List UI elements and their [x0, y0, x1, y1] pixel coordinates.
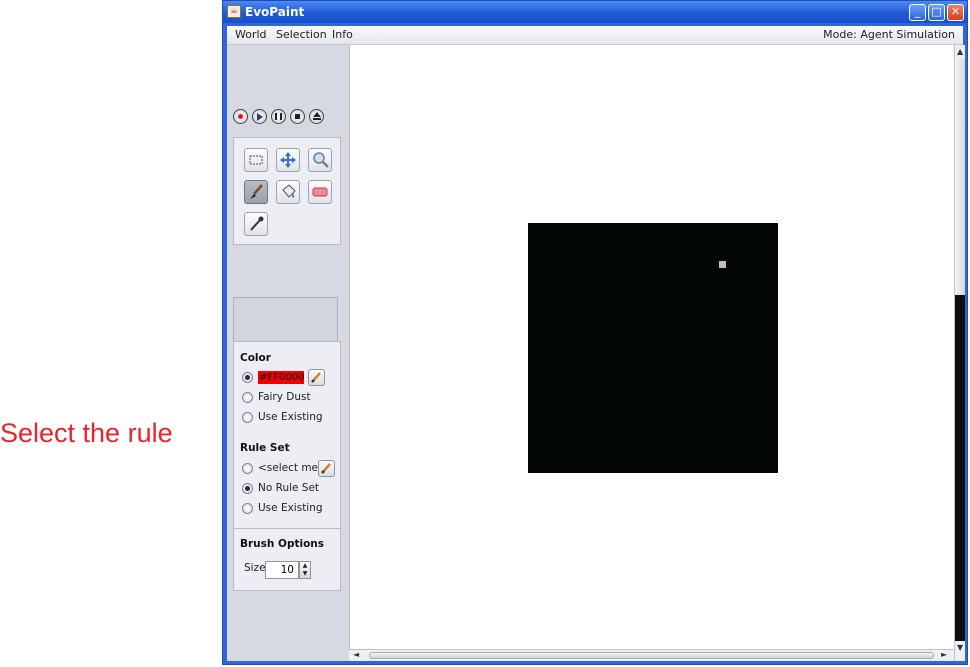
fairy-dust-radio[interactable] — [242, 392, 253, 403]
no-rule-set-radio[interactable] — [242, 483, 253, 494]
fill-tool-button[interactable] — [276, 180, 300, 204]
scroll-down-icon[interactable]: ▼ — [957, 643, 963, 653]
brush-options-title: Brush Options — [240, 538, 325, 550]
stop-icon — [295, 114, 300, 119]
paint-canvas[interactable] — [349, 45, 954, 649]
stop-button[interactable] — [290, 109, 305, 124]
title-bar[interactable]: ☕ EvoPaint _ □ ✕ — [223, 1, 967, 23]
tools-panel — [233, 137, 341, 245]
menu-info[interactable]: Info — [332, 28, 353, 41]
rule-set-section-title: Rule Set — [240, 442, 290, 454]
pick-color-tool-button[interactable] — [244, 212, 268, 236]
record-button[interactable] — [233, 109, 248, 124]
paint-brush-icon — [250, 184, 263, 199]
play-icon — [257, 113, 263, 121]
eject-button[interactable] — [309, 109, 324, 124]
color-use-existing-radio[interactable] — [242, 412, 253, 423]
play-button[interactable] — [252, 109, 267, 124]
zoom-tool-button[interactable] — [308, 148, 332, 172]
scroll-up-icon[interactable]: ▲ — [957, 47, 963, 57]
selection-tool-button[interactable] — [244, 148, 268, 172]
menu-selection[interactable]: Selection — [276, 28, 327, 41]
select-me-radio[interactable] — [242, 463, 253, 474]
eraser-tool-button[interactable] — [308, 180, 332, 204]
world-grid[interactable] — [528, 223, 778, 473]
pause-button[interactable] — [271, 109, 286, 124]
scroll-left-icon[interactable]: ◄ — [353, 650, 359, 660]
mode-label: Mode: Agent Simulation — [823, 28, 955, 41]
color-section-title: Color — [240, 352, 271, 364]
edit-color-button[interactable] — [308, 369, 325, 386]
vertical-scroll-track-dark — [955, 295, 965, 641]
app-java-icon: ☕ — [227, 5, 241, 18]
pause-icon — [275, 113, 282, 120]
move-arrows-icon — [280, 152, 296, 168]
select-me-label: <select me> — [258, 462, 327, 474]
color-use-existing-label: Use Existing — [258, 411, 323, 423]
eject-icon — [313, 112, 321, 117]
record-icon — [238, 114, 243, 119]
eyedropper-icon — [250, 216, 264, 231]
vertical-scrollbar[interactable]: ▲ ▼ — [954, 45, 965, 661]
app-window: ☕ EvoPaint _ □ ✕ World Selection Info Mo… — [222, 0, 968, 665]
size-label: Size — [244, 562, 266, 574]
agent-pixel — [719, 261, 726, 268]
menu-world[interactable]: World — [235, 28, 267, 41]
rule-set-use-existing-label: Use Existing — [258, 502, 323, 514]
eraser-icon — [312, 187, 328, 197]
tool-sidebar: Color #FF0000 Fairy Dust Use Existing Ru… — [227, 45, 349, 661]
selection-rectangle-icon — [249, 155, 263, 165]
edit-rule-set-button[interactable] — [318, 460, 335, 477]
minimize-button[interactable]: _ — [909, 4, 926, 21]
color-radio[interactable] — [242, 372, 253, 383]
horizontal-scrollbar[interactable]: ◄ ► — [349, 649, 954, 661]
annotation-label: Select the rule — [0, 418, 173, 448]
fairy-dust-label: Fairy Dust — [258, 391, 311, 403]
horizontal-scroll-thumb[interactable] — [369, 652, 934, 659]
no-rule-set-label: No Rule Set — [258, 482, 320, 494]
move-tool-button[interactable] — [276, 148, 300, 172]
rule-set-use-existing-radio[interactable] — [242, 503, 253, 514]
brush-size-spinner[interactable]: ▲ ▼ — [299, 561, 311, 579]
menu-bar: World Selection Info Mode: Agent Simulat… — [227, 26, 963, 45]
pencil-icon — [311, 372, 321, 383]
magnifier-icon — [313, 152, 329, 168]
maximize-button[interactable]: □ — [928, 4, 945, 21]
scroll-right-icon[interactable]: ► — [941, 650, 947, 660]
window-title: EvoPaint — [245, 5, 305, 19]
vertical-scroll-thumb[interactable] — [955, 59, 965, 295]
color-value-chip[interactable]: #FF0000 — [258, 371, 304, 384]
pencil-icon — [321, 463, 331, 474]
brush-size-input[interactable]: 10 — [265, 561, 299, 579]
close-button[interactable]: ✕ — [947, 4, 964, 21]
paint-brush-tool-button[interactable] — [244, 180, 268, 204]
options-panel: Color #FF0000 Fairy Dust Use Existing Ru… — [233, 341, 341, 591]
paint-bucket-icon — [282, 184, 296, 198]
